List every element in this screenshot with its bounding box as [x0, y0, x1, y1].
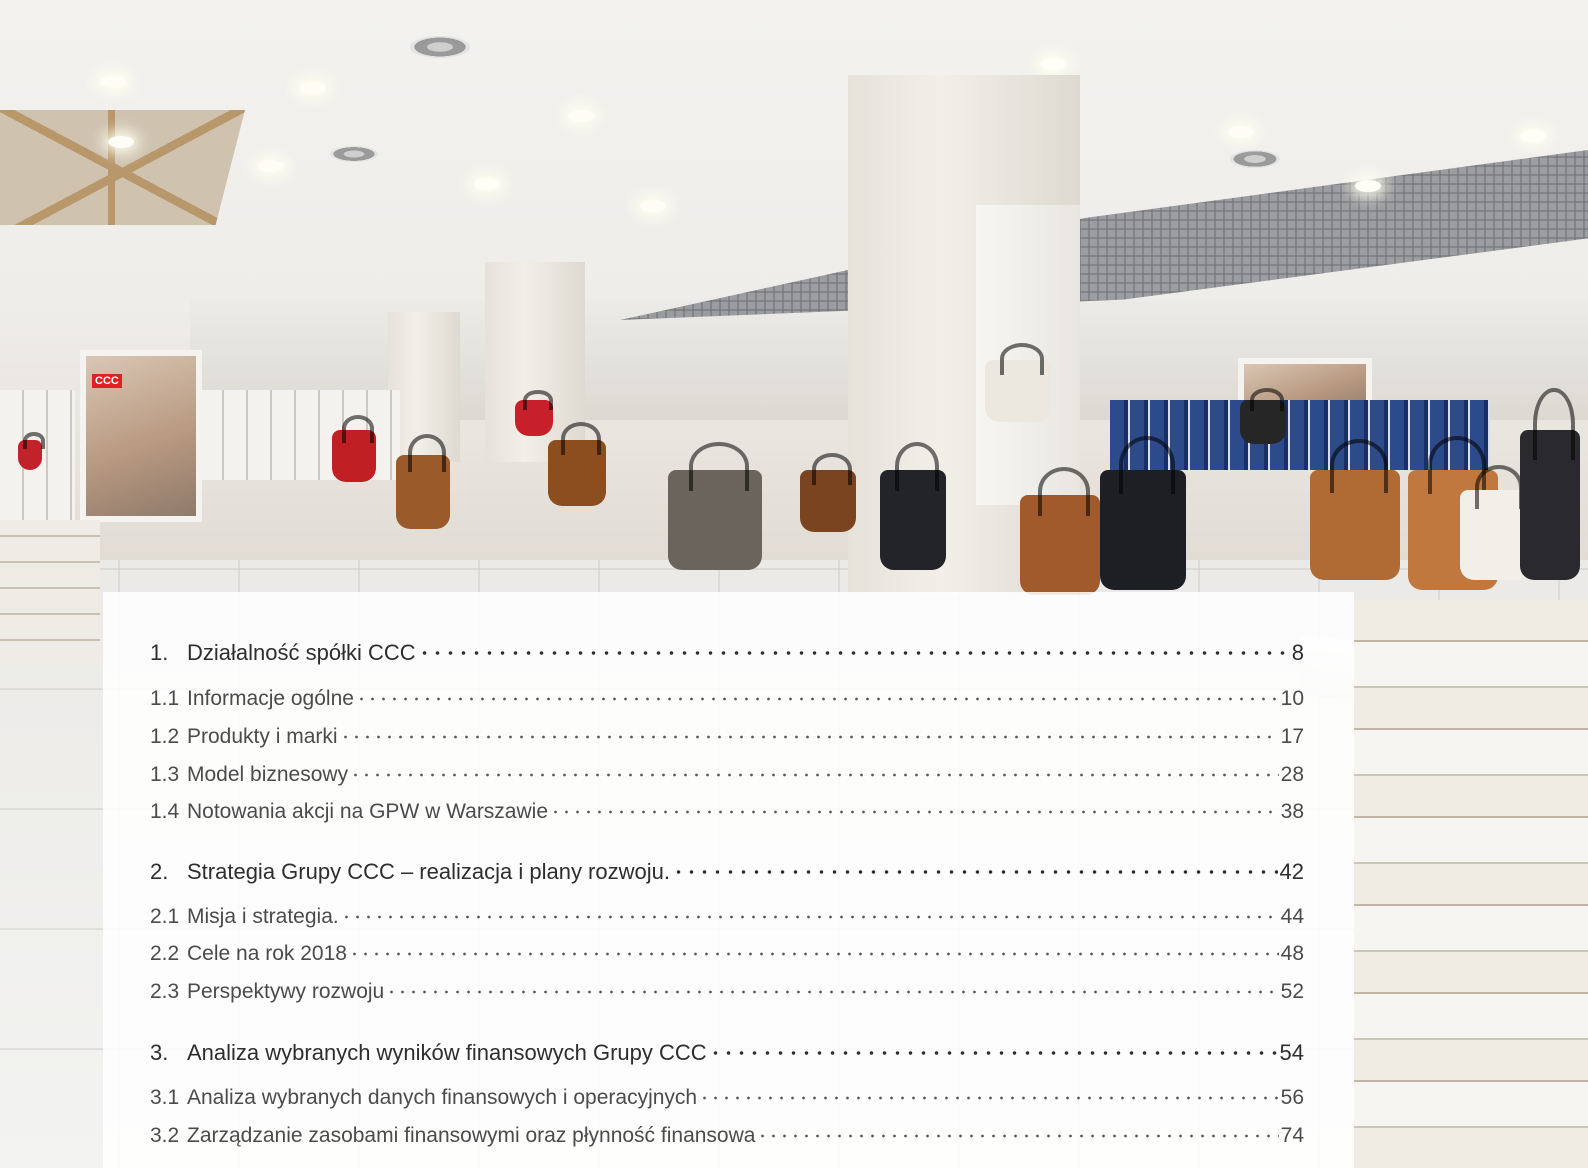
dot-leader	[340, 902, 1279, 923]
toc-page-number: 44	[1280, 905, 1304, 928]
toc-title: Cele na rok 2018	[187, 942, 347, 965]
ceiling-light	[1040, 58, 1066, 70]
toc-entry[interactable]: 1.4 Notowania akcji na GPW w Warszawie 3…	[150, 797, 1304, 824]
toc-number: 3.1	[150, 1086, 180, 1109]
toc-number: 1.2	[150, 725, 180, 748]
toc-title: Analiza wybranych wyników finansowych Gr…	[187, 1040, 707, 1065]
ceiling-light	[640, 200, 666, 212]
dot-leader	[386, 977, 1279, 998]
dot-leader	[348, 939, 1279, 960]
toc-page-number: 52	[1280, 980, 1304, 1003]
toc-title: Analiza wybranych danych finansowych i o…	[187, 1086, 698, 1109]
shoe-boxes	[0, 520, 100, 665]
dot-leader	[699, 1083, 1279, 1104]
toc-number: 2.3	[150, 980, 180, 1003]
ceiling-vent	[1230, 150, 1280, 168]
handbag	[880, 442, 946, 570]
toc-title: Produkty i marki	[187, 725, 338, 748]
toc-entry[interactable]: 2.1 Misja i strategia. 44	[150, 902, 1304, 929]
toc-page-number: 54	[1279, 1040, 1304, 1065]
toc-entry[interactable]: 3. Analiza wybranych wyników finansowych…	[150, 1038, 1304, 1066]
handbag	[1310, 439, 1400, 580]
handbag	[396, 434, 450, 529]
handbag	[668, 442, 762, 570]
toc-number: 2.1	[150, 905, 180, 928]
toc-entry[interactable]: 2.3 Perspektywy rozwoju 52	[150, 977, 1304, 1004]
wooden-ceiling-frame	[0, 110, 245, 225]
ceiling-grid	[620, 150, 1588, 320]
toc-number: 2.2	[150, 942, 180, 965]
shoe-display	[1354, 600, 1588, 1168]
dot-leader	[417, 638, 1290, 660]
dot-leader	[708, 1038, 1278, 1060]
toc-page-number: 17	[1280, 725, 1304, 748]
handbag	[332, 415, 376, 482]
handbag	[985, 342, 1051, 422]
toc-page-number: 10	[1280, 687, 1304, 710]
ceiling-light	[108, 136, 134, 148]
toc-entry[interactable]: 1.1 Informacje ogólne 10	[150, 684, 1304, 711]
toc-title: Perspektywy rozwoju	[187, 980, 385, 1003]
toc-entry[interactable]: 1.2 Produkty i marki 17	[150, 722, 1304, 749]
toc-number: 1.1	[150, 687, 180, 710]
toc-page-number: 74	[1280, 1124, 1304, 1147]
toc-title: Misja i strategia.	[187, 905, 339, 928]
toc-number: 1.	[150, 640, 169, 665]
handbag	[515, 389, 553, 436]
toc-entry[interactable]: 3.2 Zarządzanie zasobami finansowymi ora…	[150, 1121, 1304, 1148]
toc-entry[interactable]: 2. Strategia Grupy CCC – realizacja i pl…	[150, 857, 1304, 885]
ceiling-light	[1228, 126, 1254, 138]
toc-page-number: 42	[1279, 859, 1304, 884]
toc-entry[interactable]: 1. Działalność spółki CCC 8	[150, 638, 1304, 666]
ceiling-light	[474, 178, 500, 190]
ceiling-vent	[330, 146, 378, 162]
toc-title: Notowania akcji na GPW w Warszawie	[187, 800, 548, 823]
handbag	[1020, 467, 1100, 595]
ceiling-vent	[410, 36, 470, 58]
handbag	[1240, 387, 1286, 444]
toc-number: 3.2	[150, 1124, 180, 1147]
dot-leader	[339, 722, 1279, 743]
handbag	[1100, 436, 1186, 590]
toc-number: 1.4	[150, 800, 180, 823]
ccc-poster-logo: CCC	[92, 374, 122, 388]
dot-leader	[757, 1121, 1279, 1142]
ceiling-light	[100, 76, 126, 88]
toc-page-number: 8	[1291, 640, 1304, 665]
toc-number: 2.	[150, 859, 169, 884]
handbag	[800, 452, 856, 532]
dot-leader	[671, 857, 1278, 879]
toc-entry[interactable]: 3.1 Analiza wybranych danych finansowych…	[150, 1083, 1304, 1110]
toc-page-number: 48	[1280, 942, 1304, 965]
toc-entry[interactable]: 1.3 Model biznesowy 28	[150, 760, 1304, 787]
toc-page-number: 56	[1280, 1086, 1304, 1109]
dot-leader	[550, 797, 1279, 818]
ceiling-light	[258, 160, 284, 172]
toc-number: 1.3	[150, 763, 180, 786]
toc-number: 3.	[150, 1040, 169, 1065]
handbag	[18, 431, 45, 470]
toc-panel: 1. Działalność spółki CCC 8 1.1 Informac…	[103, 592, 1354, 1168]
handbag	[1520, 388, 1580, 580]
toc-title: Informacje ogólne	[187, 687, 354, 710]
dot-leader	[355, 684, 1279, 705]
ceiling-light	[568, 110, 594, 122]
ccc-poster: CCC	[80, 350, 202, 522]
ceiling-light	[300, 82, 326, 94]
toc-page-number: 38	[1280, 800, 1304, 823]
toc-title: Strategia Grupy CCC – realizacja i plany…	[187, 859, 670, 884]
handbag	[548, 421, 606, 506]
toc-title: Działalność spółki CCC	[187, 640, 416, 665]
toc-title: Model biznesowy	[187, 763, 349, 786]
toc-entry[interactable]: 2.2 Cele na rok 2018 48	[150, 939, 1304, 966]
toc-page-number: 28	[1280, 763, 1304, 786]
dot-leader	[350, 760, 1279, 781]
ceiling-light	[1520, 130, 1546, 142]
toc-title: Zarządzanie zasobami finansowymi oraz pł…	[187, 1124, 756, 1147]
ceiling-light	[1355, 180, 1381, 192]
